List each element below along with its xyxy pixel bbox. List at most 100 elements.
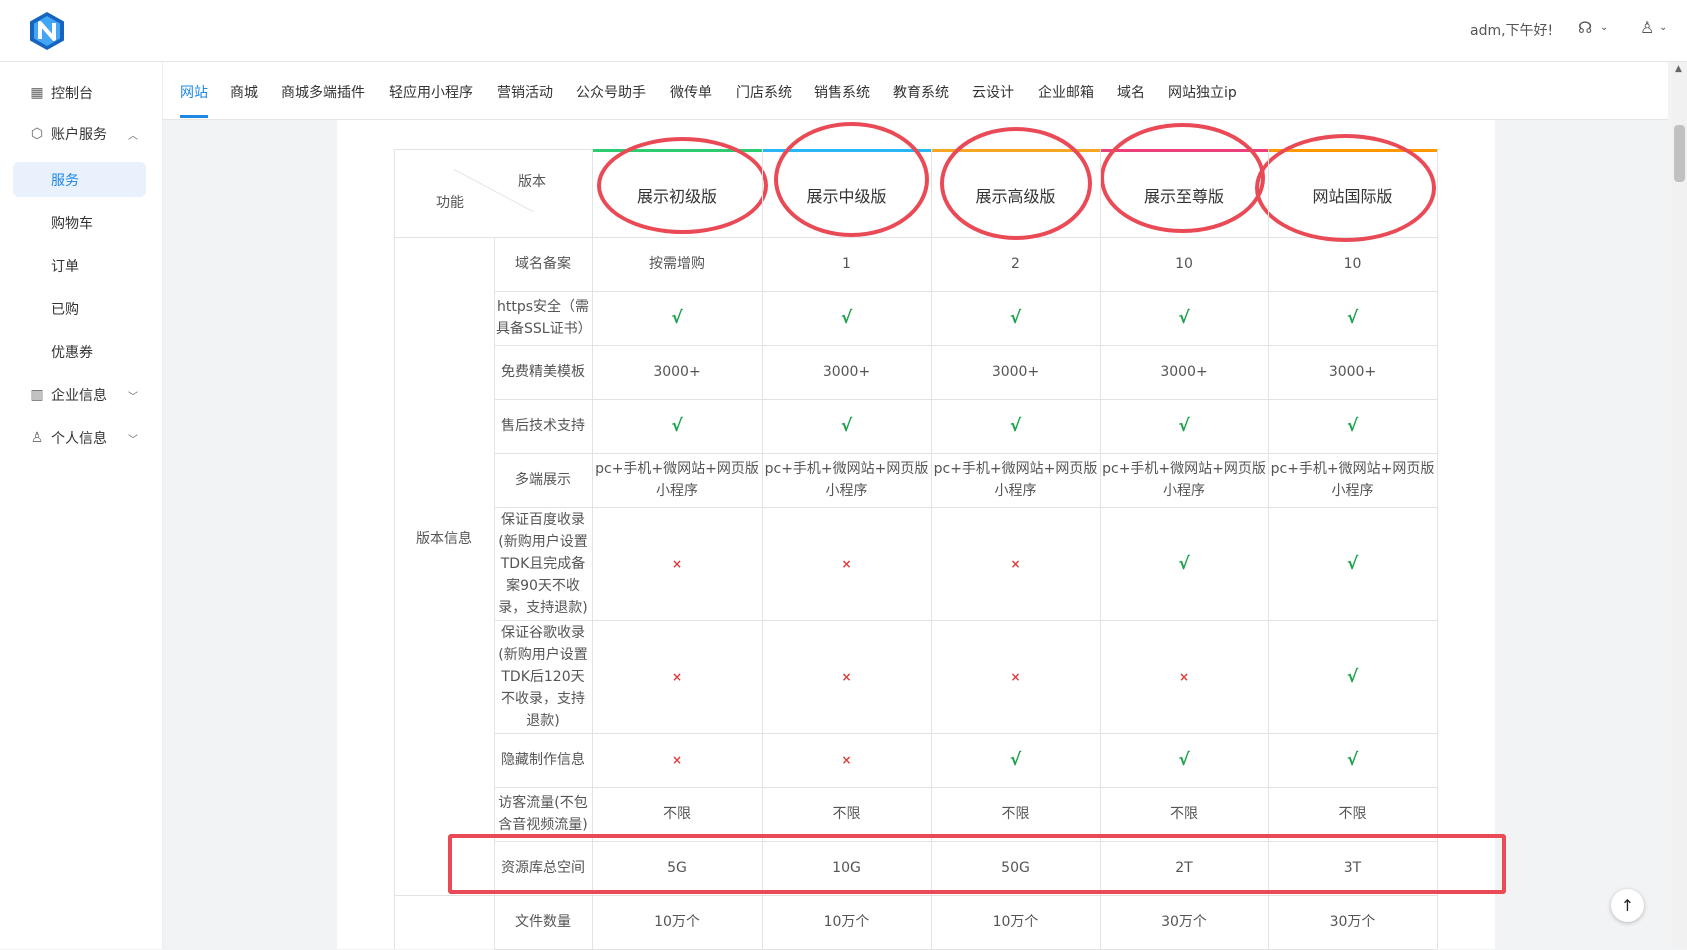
value-cell: 3000+ bbox=[1268, 345, 1437, 399]
sidebar-item-purchased[interactable]: 已购 bbox=[13, 291, 146, 326]
value-cell: 3000+ bbox=[592, 345, 762, 399]
value-cell: √ bbox=[1100, 399, 1268, 453]
scroll-up-arrow-icon[interactable]: ▲ bbox=[1675, 64, 1682, 74]
value-text: 10 bbox=[1343, 256, 1362, 272]
value-text: 不限 bbox=[1338, 806, 1367, 822]
value-cell: √ bbox=[1268, 733, 1437, 787]
value-cell: 不限 bbox=[1268, 787, 1437, 841]
value-cell: 1 bbox=[762, 237, 931, 291]
value-cell: pc+手机+微网站+网页版小程序 bbox=[762, 453, 931, 507]
value-cell: √ bbox=[1268, 620, 1437, 733]
feature-label: 域名备案 bbox=[515, 256, 571, 272]
cross-icon: × bbox=[841, 556, 852, 571]
value-text: 3000+ bbox=[822, 364, 871, 380]
box-icon: ⬡ bbox=[30, 126, 44, 142]
tab-website[interactable]: 网站 bbox=[180, 82, 208, 102]
tab-mall-plugin[interactable]: 商城多端插件 bbox=[281, 82, 365, 102]
sidebar-item-label: 个人信息 bbox=[51, 431, 107, 447]
sidebar-item-console[interactable]: ▦ 控制台 bbox=[0, 76, 162, 110]
value-cell: pc+手机+微网站+网页版小程序 bbox=[931, 453, 1100, 507]
value-cell: × bbox=[592, 620, 762, 733]
sidebar-item-company-info[interactable]: ▥ 企业信息 ﹀ bbox=[0, 378, 162, 412]
check-icon: √ bbox=[671, 308, 683, 328]
value-cell: × bbox=[762, 507, 931, 620]
value-cell: √ bbox=[931, 733, 1100, 787]
feature-label: 售后技术支持 bbox=[501, 418, 585, 434]
user-icon[interactable]: ♙ bbox=[1640, 18, 1654, 37]
cross-icon: × bbox=[841, 753, 852, 767]
active-tab-indicator bbox=[180, 115, 208, 118]
check-icon: √ bbox=[1346, 750, 1359, 770]
annotation-circle bbox=[774, 122, 929, 237]
value-cell: 不限 bbox=[1100, 787, 1268, 841]
check-icon: √ bbox=[1178, 416, 1190, 436]
tab-sales-system[interactable]: 销售系统 bbox=[814, 82, 870, 102]
cross-icon: × bbox=[671, 556, 683, 571]
value-cell: × bbox=[1100, 620, 1268, 733]
value-cell: √ bbox=[1100, 291, 1268, 345]
value-text: pc+手机+微网站+网页版小程序 bbox=[595, 461, 759, 499]
value-cell: pc+手机+微网站+网页版小程序 bbox=[592, 453, 762, 507]
value-text: 不限 bbox=[832, 806, 861, 822]
corner-feature-label: 功能 bbox=[436, 195, 464, 211]
value-cell: √ bbox=[1268, 399, 1437, 453]
tab-mall[interactable]: 商城 bbox=[230, 82, 258, 102]
headset-icon[interactable]: ☊ bbox=[1578, 18, 1592, 37]
feature-label: 保证谷歌收录(新购用户设置TDK后120天不收录，支持退款) bbox=[498, 624, 588, 729]
tab-store-system[interactable]: 门店系统 bbox=[736, 82, 792, 102]
feature-label: 多端展示 bbox=[515, 472, 571, 488]
table-border bbox=[394, 149, 592, 150]
annotation-box bbox=[448, 834, 1506, 894]
tab-mini-program[interactable]: 轻应用小程序 bbox=[389, 82, 473, 102]
value-cell: 10 bbox=[1268, 237, 1437, 291]
annotation-circle bbox=[1100, 123, 1265, 233]
scrollbar-thumb[interactable] bbox=[1674, 125, 1685, 182]
sidebar-item-label: 已购 bbox=[51, 301, 79, 318]
sidebar-item-cart[interactable]: 购物车 bbox=[13, 205, 146, 240]
value-text: 30万个 bbox=[1329, 914, 1376, 930]
feature-label: https安全（需具备SSL证书） bbox=[496, 299, 592, 337]
greeting-text: adm,下午好! bbox=[1470, 23, 1554, 39]
tab-education-system[interactable]: 教育系统 bbox=[893, 82, 949, 102]
tab-flyer[interactable]: 微传单 bbox=[670, 82, 712, 102]
table-border bbox=[1437, 149, 1438, 949]
value-cell: 30万个 bbox=[1100, 895, 1268, 949]
tab-domain[interactable]: 域名 bbox=[1117, 82, 1145, 102]
sidebar-item-label: 订单 bbox=[51, 258, 79, 275]
grid-icon: ▦ bbox=[30, 85, 44, 101]
value-cell: 10万个 bbox=[762, 895, 931, 949]
chevron-down-icon[interactable]: ⌄ bbox=[1659, 22, 1667, 33]
scrollbar[interactable] bbox=[1672, 62, 1687, 949]
check-icon: √ bbox=[1009, 750, 1022, 770]
value-text: 不限 bbox=[1001, 806, 1030, 822]
check-icon: √ bbox=[671, 416, 683, 436]
sidebar-item-personal-info[interactable]: ♙ 个人信息 ﹀ bbox=[0, 421, 162, 455]
sidebar-item-label: 购物车 bbox=[51, 215, 93, 232]
person-icon: ♙ bbox=[30, 430, 44, 446]
value-text: 1 bbox=[842, 256, 851, 272]
annotation-circle bbox=[597, 137, 768, 234]
sidebar-item-account-services[interactable]: ⬡ 账户服务 ︿ bbox=[0, 117, 162, 151]
value-text: 2 bbox=[1011, 256, 1020, 272]
value-cell: 3000+ bbox=[1100, 345, 1268, 399]
cross-icon: × bbox=[671, 669, 683, 684]
value-cell: 2 bbox=[931, 237, 1100, 291]
tab-marketing[interactable]: 营销活动 bbox=[497, 82, 553, 102]
check-icon: √ bbox=[1178, 553, 1190, 574]
sidebar-item-coupons[interactable]: 优惠券 bbox=[13, 334, 146, 369]
tab-dedicated-ip[interactable]: 网站独立ip bbox=[1168, 82, 1237, 102]
value-text: 10万个 bbox=[992, 914, 1039, 930]
chevron-down-icon: ﹀ bbox=[128, 391, 138, 403]
tab-cloud-design[interactable]: 云设计 bbox=[972, 82, 1014, 102]
group-label: 版本信息 bbox=[416, 531, 472, 547]
arrow-up-icon[interactable]: ↑ bbox=[1611, 889, 1644, 922]
sidebar-item-services[interactable]: 服务 bbox=[13, 162, 146, 197]
chevron-down-icon[interactable]: ⌄ bbox=[1600, 22, 1608, 33]
top-bar: adm,下午好! ☊ ⌄ ♙ ⌄ bbox=[0, 0, 1687, 62]
tab-enterprise-mail[interactable]: 企业邮箱 bbox=[1038, 82, 1094, 102]
tab-official-account[interactable]: 公众号助手 bbox=[576, 82, 646, 102]
value-text: pc+手机+微网站+网页版小程序 bbox=[764, 461, 929, 499]
sidebar-item-orders[interactable]: 订单 bbox=[13, 248, 146, 283]
n-logo-icon[interactable] bbox=[27, 11, 67, 51]
value-text: 10万个 bbox=[654, 914, 700, 930]
